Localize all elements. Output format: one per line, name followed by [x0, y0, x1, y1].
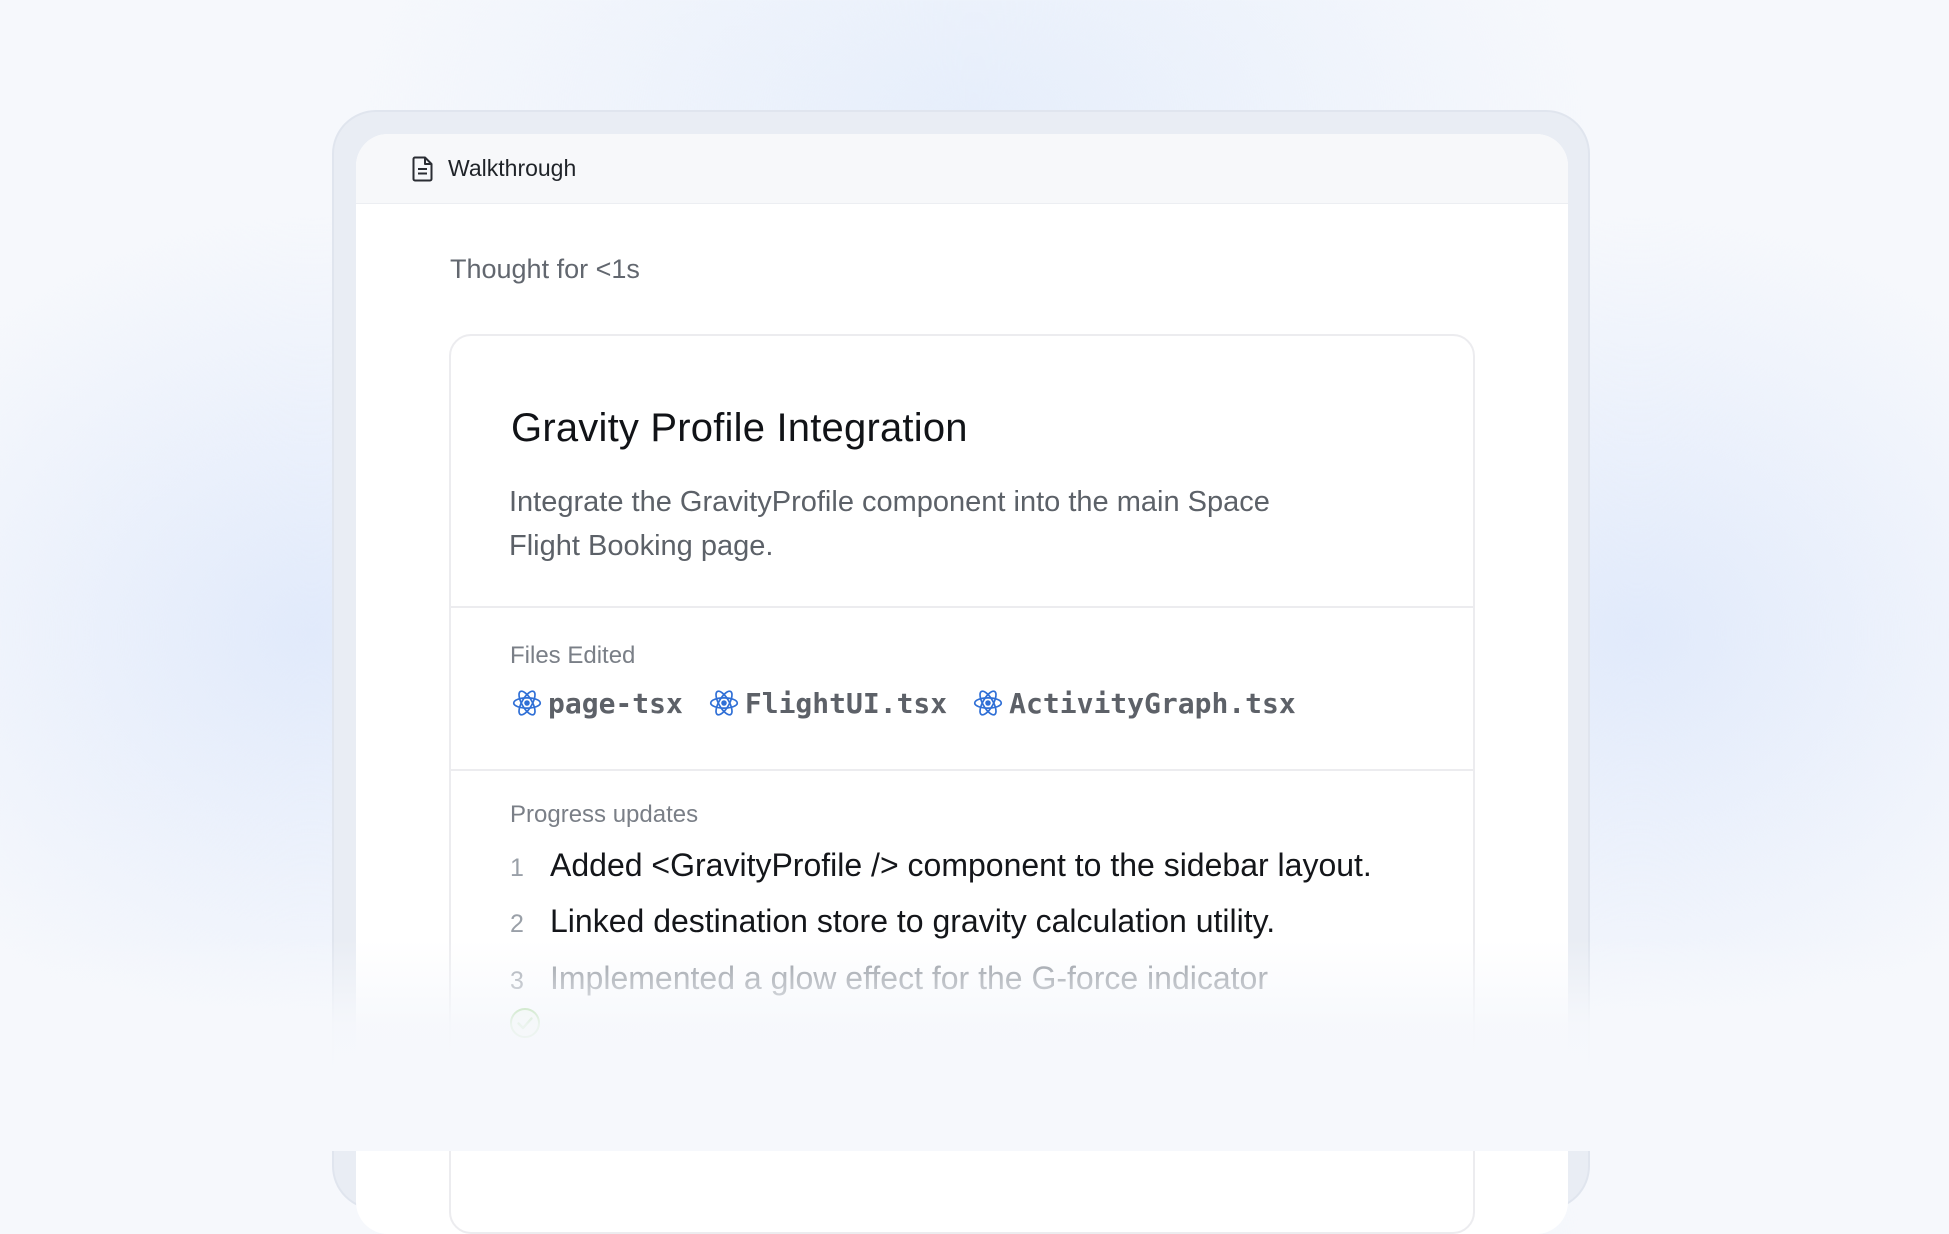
update-text: Linked destination store to gravity calc…: [550, 903, 1276, 939]
file-chip[interactable]: ActivityGraph.tsx: [971, 686, 1296, 720]
check-circle-icon: [510, 1008, 540, 1038]
file-chip[interactable]: FlightUI.tsx: [707, 686, 947, 720]
update-text: Added <GravityProfile /> component to th…: [550, 847, 1372, 883]
card-header: Gravity Profile Integration Integrate th…: [451, 336, 1473, 608]
walkthrough-window: Walkthrough Thought for <1s Gravity Prof…: [356, 134, 1568, 1234]
file-name: FlightUI.tsx: [744, 686, 948, 720]
react-icon: [709, 690, 738, 716]
document-icon: [412, 156, 433, 181]
update-number: 1: [510, 854, 524, 882]
files-edited-section: Files Edited page-tsx FlightUI.tsx Activ…: [451, 608, 1473, 771]
files-edited-label: Files Edited: [510, 642, 636, 669]
react-icon: [974, 690, 1003, 716]
files-list: page-tsx FlightUI.tsx ActivityGraph.tsx: [510, 686, 1320, 720]
thought-duration[interactable]: Thought for <1s: [450, 254, 640, 285]
progress-update-item: 1 Added <GravityProfile /> component to …: [510, 847, 1372, 884]
card-title: Gravity Profile Integration: [511, 406, 968, 450]
react-icon: [512, 690, 542, 716]
progress-update-item: 2 Linked destination store to gravity ca…: [510, 903, 1275, 940]
file-name: ActivityGraph.tsx: [1009, 686, 1296, 720]
title-bar: Walkthrough: [356, 134, 1568, 204]
update-number: 3: [510, 967, 524, 995]
file-chip[interactable]: page-tsx: [510, 686, 683, 720]
progress-updates-section: Progress updates 1 Added <GravityProfile…: [451, 771, 1473, 1231]
card-description: Integrate the GravityProfile component i…: [509, 486, 1270, 562]
window-title: Walkthrough: [448, 155, 577, 181]
update-number: 2: [510, 910, 524, 938]
walkthrough-card: Gravity Profile Integration Integrate th…: [449, 334, 1475, 1234]
update-text: Implemented a glow effect for the G-forc…: [550, 960, 1268, 996]
progress-update-item: 3 Implemented a glow effect for the G-fo…: [510, 960, 1268, 997]
progress-updates-label: Progress updates: [510, 801, 699, 828]
file-name: page-tsx: [548, 686, 683, 720]
